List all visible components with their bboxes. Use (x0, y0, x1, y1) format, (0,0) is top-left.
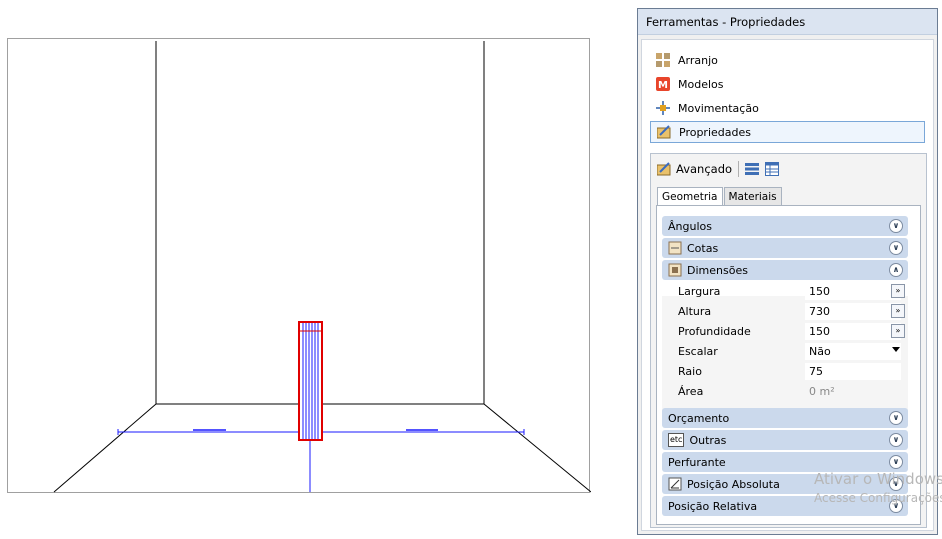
expand-chevron-icon[interactable]: ∨ (889, 241, 903, 255)
escalar-select[interactable]: Não (805, 343, 901, 360)
divider (738, 161, 740, 177)
nav-item-modelos[interactable]: M Modelos (650, 73, 925, 95)
advanced-label: Avançado (676, 162, 733, 176)
prop-label: Área (678, 385, 704, 398)
section-cotas[interactable]: Cotas ∨ (662, 238, 908, 258)
dropdown-arrow-icon[interactable] (892, 347, 900, 352)
windows-activation-watermark: Ativar o Windows Acesse Configurações (814, 470, 942, 505)
section-label: Posição Relativa (668, 499, 758, 513)
expand-button[interactable]: » (891, 284, 905, 298)
floor-right-edge (483, 403, 591, 493)
section-label: Perfurante (668, 455, 726, 469)
section-orcamento[interactable]: Orçamento ∨ (662, 408, 908, 428)
advanced-header: Avançado (656, 159, 780, 179)
nav-item-arranjo[interactable]: Arranjo (650, 49, 925, 71)
expand-chevron-icon[interactable]: ∨ (889, 219, 903, 233)
watermark-line1: Ativar o Windows (814, 470, 942, 488)
grid-view-icon[interactable] (765, 162, 780, 176)
section-label: Posição Absoluta (687, 477, 780, 491)
expand-chevron-icon[interactable]: ∨ (889, 411, 903, 425)
raio-input[interactable]: 75 (805, 363, 901, 380)
prop-escalar: Escalar Não (662, 342, 908, 362)
prop-label: Altura (678, 305, 712, 318)
selected-object[interactable] (298, 321, 323, 441)
nav-label: Propriedades (679, 125, 751, 139)
floor-left-edge (53, 403, 157, 493)
area-value: 0 m² (809, 385, 835, 398)
section-label: Orçamento (668, 411, 730, 425)
section-perfurante[interactable]: Perfurante ∨ (662, 452, 908, 472)
prop-label: Largura (678, 285, 721, 298)
expand-chevron-icon[interactable]: ∨ (889, 455, 903, 469)
tab-geometria[interactable]: Geometria (657, 187, 723, 206)
section-label: Outras (689, 433, 727, 447)
section-label: Ângulos (668, 219, 712, 233)
nav-item-propriedades[interactable]: Propriedades (650, 121, 925, 143)
svg-text:M: M (658, 80, 668, 91)
panel-body: Arranjo M Modelos Movimentação Proprieda… (641, 39, 934, 531)
expand-button[interactable]: » (891, 304, 905, 318)
tab-materiais[interactable]: Materiais (723, 187, 782, 205)
properties-icon (656, 125, 671, 139)
prop-label: Escalar (678, 345, 718, 358)
watermark-line2: Acesse Configurações (814, 491, 942, 505)
move-icon (656, 101, 670, 115)
panel-title: Ferramentas - Propriedades (638, 9, 937, 35)
nav-label: Modelos (678, 77, 724, 91)
dimensions-icon (668, 241, 682, 255)
3d-viewport[interactable] (7, 38, 591, 494)
prop-altura: Altura 730 » (662, 302, 908, 322)
prop-area: Área 0 m² (662, 382, 908, 402)
section-outras[interactable]: etc Outras ∨ (662, 430, 908, 450)
section-dimensoes[interactable]: Dimensões ∧ (662, 260, 908, 280)
arrange-icon (656, 53, 670, 67)
expand-button[interactable]: » (891, 324, 905, 338)
etc-icon: etc (668, 433, 685, 447)
prop-label: Profundidade (678, 325, 751, 338)
nav-label: Arranjo (678, 53, 718, 67)
section-label: Cotas (687, 241, 719, 255)
collapse-chevron-icon[interactable]: ∧ (889, 263, 903, 277)
section-label: Dimensões (687, 263, 748, 277)
tab-bar: Geometria Materiais (657, 187, 783, 206)
measure-icon (668, 263, 682, 277)
prop-raio: Raio 75 (662, 362, 908, 382)
section-angulos[interactable]: Ângulos ∨ (662, 216, 908, 236)
prop-profundidade: Profundidade 150 » (662, 322, 908, 342)
advanced-icon (656, 162, 671, 176)
prop-label: Raio (678, 365, 702, 378)
prop-largura: Largura 150 » (662, 282, 908, 302)
nav-item-movimentacao[interactable]: Movimentação (650, 97, 925, 119)
altura-input[interactable]: 730 (805, 303, 901, 320)
largura-input[interactable]: 150 (805, 283, 901, 300)
tools-panel: Ferramentas - Propriedades Arranjo M Mod… (637, 8, 938, 535)
nav-label: Movimentação (678, 101, 759, 115)
profundidade-input[interactable]: 150 (805, 323, 901, 340)
list-view-icon[interactable] (745, 162, 760, 176)
position-icon (668, 477, 682, 491)
expand-chevron-icon[interactable]: ∨ (889, 433, 903, 447)
models-icon: M (656, 77, 670, 91)
room-view[interactable] (8, 39, 591, 494)
